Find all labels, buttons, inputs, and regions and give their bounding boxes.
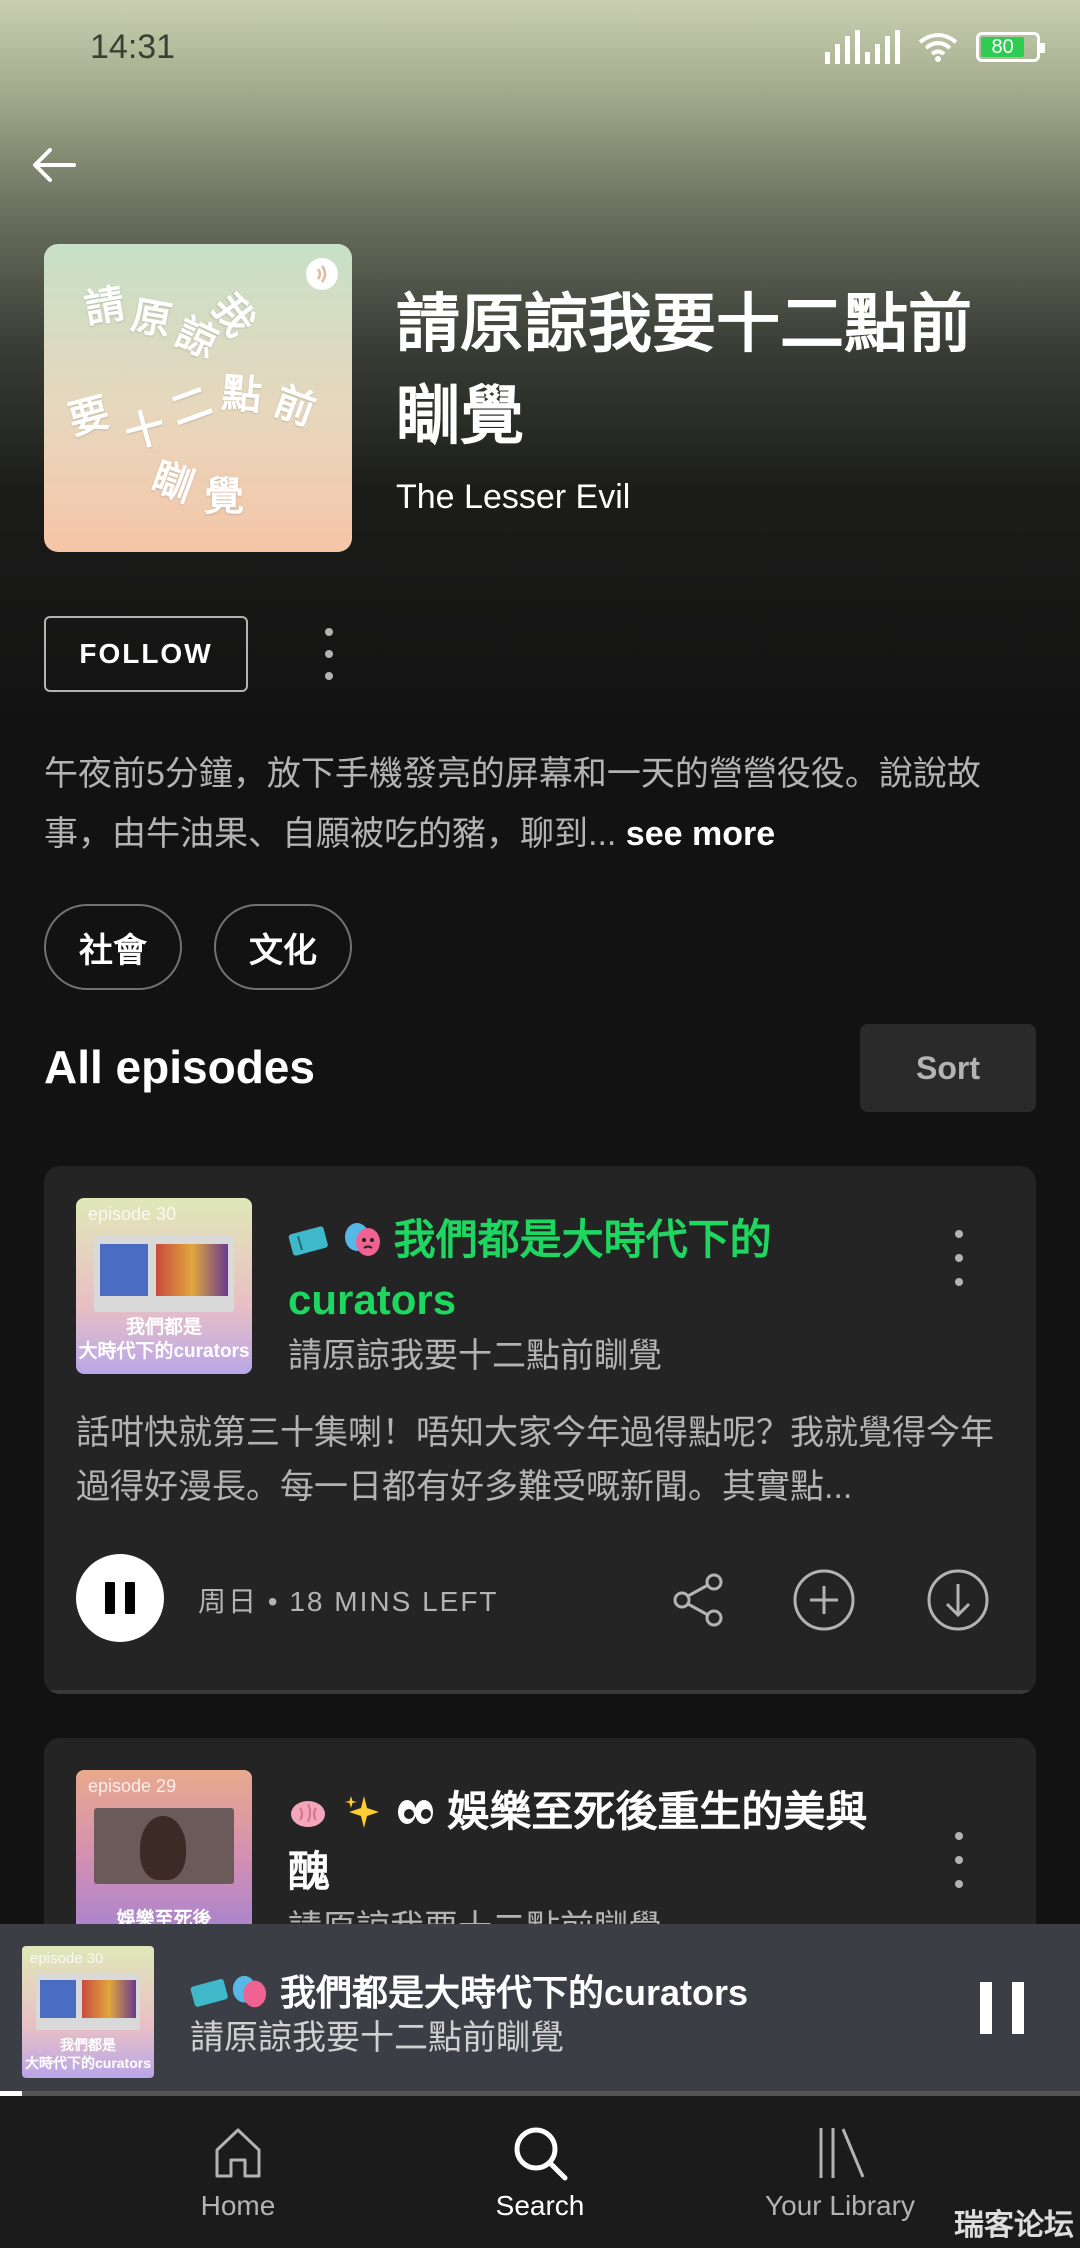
performing-arts-icon — [232, 1975, 267, 2008]
episode-more-icon[interactable] — [952, 1230, 966, 1286]
episode-title[interactable]: 娛樂至死後重生的美與醜 — [288, 1782, 908, 1902]
thumb-screenshot — [94, 1236, 234, 1312]
add-icon[interactable] — [792, 1568, 856, 1632]
cover-char: 原 — [127, 293, 175, 345]
thumb-caption-line: 大時代下的curators — [24, 2055, 152, 2071]
cover-char: 要 — [64, 390, 115, 444]
battery-level: 80 — [981, 36, 1025, 58]
nav-home-label: Home — [200, 2190, 276, 2221]
home-icon — [215, 2128, 261, 2178]
status-icons: 80 — [825, 30, 1045, 64]
performing-arts-icon — [344, 1223, 380, 1256]
mini-player-title: 我們都是大時代下的curators — [190, 1964, 748, 2016]
episode-thumb-caption: 我們都是 大時代下的curators — [76, 1316, 252, 1364]
episode-thumbnail: episode 30 我們都是 大時代下的curators — [76, 1198, 252, 1374]
pause-icon — [105, 1582, 135, 1614]
thumb-caption-line: 我們都是 — [60, 2037, 116, 2053]
library-icon — [819, 2128, 865, 2178]
mini-player[interactable]: episode 30 我們都是 大時代下的curators 我們都是大時代下的c… — [0, 1924, 1080, 2096]
nav-home[interactable]: Home — [88, 2096, 388, 2248]
pause-button[interactable] — [76, 1554, 164, 1642]
episode-progress-bar — [44, 1690, 1036, 1694]
episode-meta: 周日 • 18 MINS LEFT — [198, 1586, 499, 1617]
show-description: 午夜前5分鐘，放下手機發亮的屏幕和一天的營營役役。說說故事，由牛油果、自願被吃的… — [44, 744, 1034, 864]
episode-more-icon[interactable] — [952, 1832, 966, 1888]
cover-char: 瞓 — [146, 455, 199, 511]
nav-library[interactable]: Your Library — [690, 2096, 990, 2248]
tag-culture[interactable]: 文化 — [214, 904, 352, 990]
nav-library-label: Your Library — [765, 2190, 915, 2221]
episode-emojis — [288, 1210, 384, 1270]
tag-society[interactable]: 社會 — [44, 904, 182, 990]
thumb-caption-line: 大時代下的curators — [78, 1341, 250, 1362]
watermark: 瑞客论坛 — [954, 2209, 1074, 2242]
share-icon[interactable] — [666, 1568, 730, 1632]
back-arrow-icon[interactable] — [30, 140, 80, 190]
nav-search[interactable]: Search — [390, 2096, 690, 2248]
brain-icon — [291, 1801, 325, 1827]
ticket-icon — [288, 1226, 328, 1256]
mini-player-title-text: 我們都是大時代下的curators — [280, 1972, 749, 2013]
episode-title[interactable]: 我們都是大時代下的curators — [288, 1210, 908, 1330]
status-bar: 14:31 80 — [0, 0, 1080, 96]
mini-player-pause-icon[interactable] — [980, 1982, 1024, 2034]
episode-thumb-label: episode 30 — [88, 1204, 177, 1224]
episode-thumb-label: episode 29 — [88, 1776, 177, 1796]
see-more-link[interactable]: see more — [626, 815, 775, 853]
episode-thumbnail: episode 29 娛樂至死後 — [76, 1770, 252, 1946]
mini-player-thumbnail: episode 30 我們都是 大時代下的curators — [22, 1946, 154, 2078]
mini-player-show: 請原諒我要十二點前瞓覺 — [190, 2019, 564, 2057]
signal-icon — [825, 30, 900, 64]
sparkles-icon — [344, 1796, 379, 1828]
follow-button[interactable]: FOLLOW — [44, 616, 248, 692]
cover-char: 請 — [81, 281, 129, 333]
episode-card[interactable]: episode 30 我們都是 大時代下的curators 我們都是大時代下的c… — [44, 1166, 1036, 1694]
thumb-caption-line: 我們都是 — [125, 1317, 202, 1338]
search-icon — [514, 2127, 568, 2181]
nav-search-label: Search — [495, 2190, 585, 2221]
episode-emojis — [288, 1782, 437, 1842]
sort-button[interactable]: Sort — [860, 1024, 1036, 1112]
mini-thumb-label: episode 30 — [30, 1950, 104, 1967]
cover-char: 點 — [219, 371, 264, 419]
show-author[interactable]: The Lesser Evil — [396, 478, 630, 517]
mini-thumb-caption: 我們都是 大時代下的curators — [22, 2036, 154, 2072]
download-icon[interactable] — [926, 1568, 990, 1632]
show-title: 請原諒我要十二點前瞓覺 — [396, 288, 972, 452]
wifi-icon — [918, 33, 958, 62]
cover-char: 覺 — [204, 475, 244, 519]
episode-show-name: 請原諒我要十二點前瞓覺 — [288, 1337, 662, 1375]
ticket-icon — [190, 1979, 228, 2007]
cover-char: 二 — [165, 379, 218, 435]
battery-icon: 80 — [976, 32, 1045, 62]
thumb-screenshot — [36, 1974, 140, 2030]
cover-podcast-badge-icon — [306, 258, 338, 290]
cover-char: 前 — [268, 379, 321, 435]
podcast-cover: 請 原 諒 我 要 十 二 點 前 瞓 覺 — [44, 244, 352, 552]
thumb-screenshot — [94, 1808, 234, 1884]
description-text: 午夜前5分鐘，放下手機發亮的屏幕和一天的營營役役。說說故事，由牛油果、自願被吃的… — [44, 755, 981, 853]
episode-description: 話咁快就第三十集喇！唔知大家今年過得點呢？我就覺得今年過得好漫長。每一日都有好多… — [76, 1414, 994, 1506]
status-time: 14:31 — [90, 28, 176, 66]
more-options-icon[interactable] — [314, 624, 344, 684]
bottom-navigation: Home Search Your Library 瑞客论坛 — [0, 2096, 1080, 2248]
episodes-heading: All episodes — [44, 1041, 315, 1093]
eyes-icon — [398, 1800, 434, 1824]
